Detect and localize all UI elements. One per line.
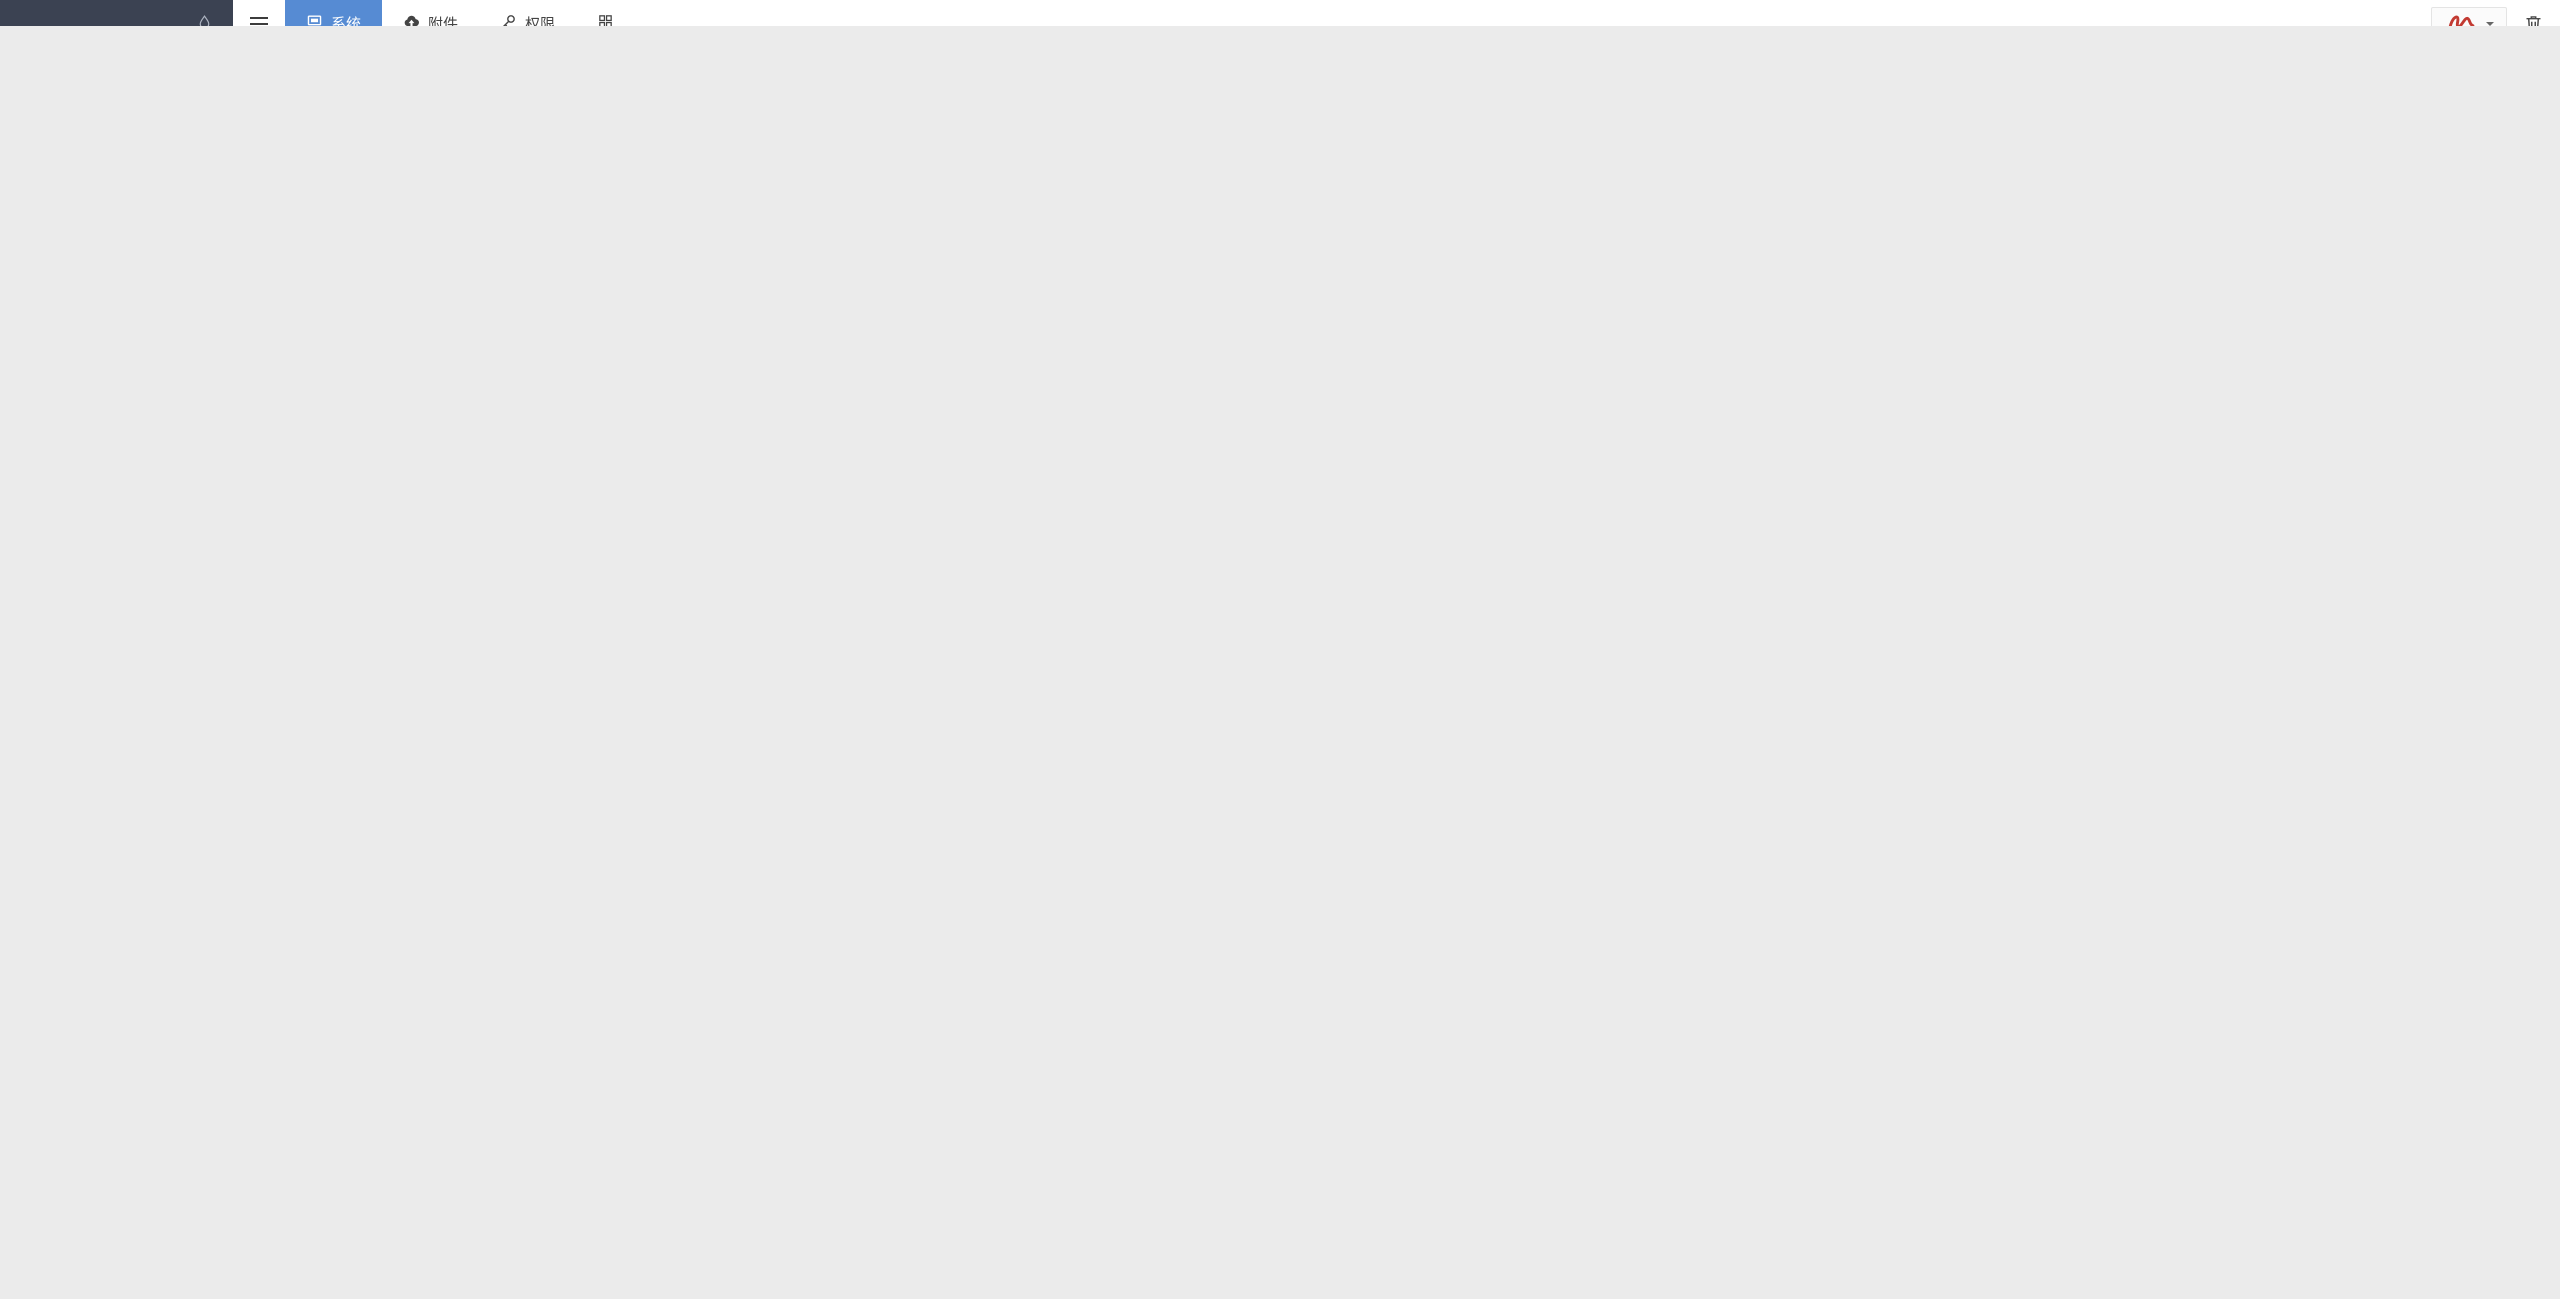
menu-toggle-button[interactable] — [233, 0, 285, 26]
droplet-icon — [196, 14, 213, 27]
page-root: 设置管理 会员管理 营销管理 即拼商城 分类管理 — [0, 0, 2560, 26]
cloud-upload-icon — [403, 13, 420, 26]
sidebar: 设置管理 会员管理 营销管理 即拼商城 分类管理 — [0, 0, 233, 26]
trash-icon[interactable] — [2523, 13, 2544, 26]
top-navbar: 系统 附件 权限 — [233, 0, 2560, 26]
key-icon — [500, 13, 517, 26]
tab-system[interactable]: 系统 — [285, 0, 382, 26]
chevron-down-icon — [2486, 22, 2494, 27]
grid-large-icon — [597, 13, 614, 26]
monitor-icon — [306, 13, 323, 26]
navbar-right — [2431, 0, 2560, 26]
tab-apps[interactable] — [576, 0, 635, 26]
tab-permissions[interactable]: 权限 — [479, 0, 576, 26]
sidebar-logo — [0, 0, 233, 26]
tab-attachments[interactable]: 附件 — [382, 0, 479, 26]
avatar — [2445, 12, 2479, 26]
user-avatar-dropdown[interactable] — [2431, 7, 2507, 26]
